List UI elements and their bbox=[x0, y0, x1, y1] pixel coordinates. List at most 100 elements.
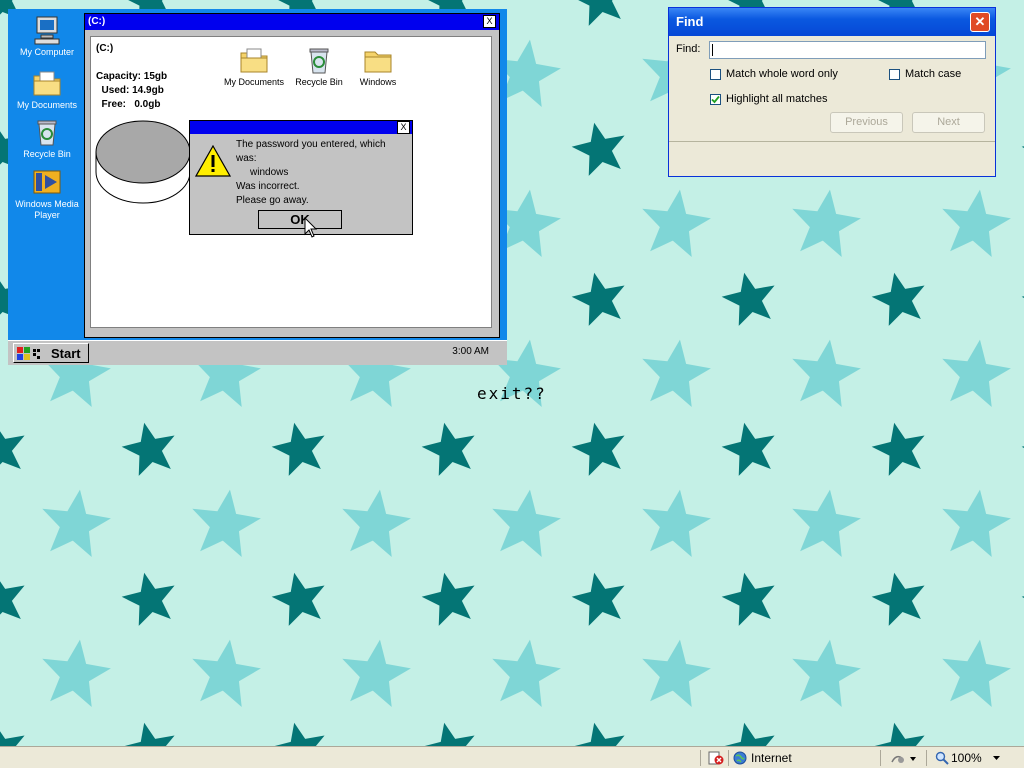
ok-button[interactable]: OK bbox=[258, 210, 342, 229]
star-light bbox=[936, 334, 1015, 409]
internet-zone-globe-icon bbox=[733, 751, 747, 765]
desktop-icon-media-player[interactable]: Windows Media Player bbox=[8, 167, 86, 221]
media-player-icon bbox=[33, 170, 61, 194]
status-divider bbox=[700, 750, 701, 766]
star-light bbox=[786, 634, 865, 709]
desktop-icon-label: My Computer bbox=[19, 47, 74, 57]
desktop-icon-my-computer[interactable]: My Computer bbox=[8, 15, 86, 58]
chevron-down-icon[interactable] bbox=[993, 756, 1000, 760]
star-dark bbox=[417, 417, 482, 479]
zoom-level[interactable]: 100% bbox=[951, 751, 982, 765]
folder-my-documents[interactable]: My Documents bbox=[222, 45, 286, 87]
folder-documents-icon bbox=[240, 48, 268, 73]
star-dark bbox=[567, 0, 632, 29]
star-dark bbox=[267, 417, 332, 479]
checkmark-icon bbox=[711, 95, 720, 104]
desktop-icon-recycle-bin[interactable]: Recycle Bin bbox=[8, 117, 86, 160]
capacity-text: Capacity: 15gb bbox=[96, 71, 168, 82]
star-dark bbox=[867, 567, 932, 629]
alert-message: The password you entered, which was: win… bbox=[236, 138, 386, 208]
star-dark bbox=[417, 717, 482, 746]
windows-logo-icon bbox=[17, 347, 40, 360]
star-dark bbox=[1017, 117, 1024, 179]
star-light bbox=[486, 634, 565, 709]
mouse-cursor-icon bbox=[304, 217, 318, 238]
desktop-icon-label: Windows Media Player bbox=[15, 199, 79, 220]
checkbox-box[interactable] bbox=[889, 69, 900, 80]
folder-recycle-bin[interactable]: Recycle Bin bbox=[287, 45, 351, 87]
folder-windows[interactable]: Windows bbox=[346, 45, 410, 87]
folder-label: Windows bbox=[359, 77, 397, 87]
next-button[interactable]: Next bbox=[912, 112, 985, 133]
alert-password: windows bbox=[250, 167, 289, 178]
star-dark bbox=[417, 567, 482, 629]
protected-mode-icon[interactable] bbox=[890, 752, 916, 764]
find-label: Find: bbox=[676, 43, 701, 55]
star-dark bbox=[867, 417, 932, 479]
find-input[interactable] bbox=[709, 41, 986, 59]
alert-line-4: Please go away. bbox=[236, 195, 309, 206]
star-dark bbox=[1017, 0, 1024, 29]
star-light bbox=[936, 184, 1015, 259]
alert-line-2: was: bbox=[236, 153, 257, 164]
find-title: Find bbox=[676, 14, 704, 29]
text-caret bbox=[712, 44, 713, 56]
taskbar-clock: 3:00 AM bbox=[452, 346, 489, 357]
find-titlebar[interactable]: Find ✕ bbox=[669, 8, 995, 36]
disk-pie-icon bbox=[95, 120, 191, 204]
star-dark bbox=[567, 717, 632, 746]
recycle-bin-icon bbox=[309, 48, 329, 74]
star-dark bbox=[1017, 717, 1024, 746]
warning-icon bbox=[195, 145, 231, 177]
drive-window-title: (C:) bbox=[88, 16, 106, 27]
star-light bbox=[636, 634, 715, 709]
zoom-magnifier-icon[interactable] bbox=[935, 751, 949, 765]
find-divider bbox=[669, 141, 995, 142]
star-dark bbox=[567, 117, 632, 179]
star-light bbox=[636, 484, 715, 559]
star-light bbox=[786, 484, 865, 559]
star-dark bbox=[267, 567, 332, 629]
star-dark bbox=[567, 567, 632, 629]
star-dark bbox=[117, 717, 182, 746]
star-dark bbox=[567, 417, 632, 479]
exit-text: exit?? bbox=[477, 384, 547, 403]
find-dialog: Find ✕ Find: Match whole word only Match… bbox=[668, 7, 996, 177]
blocked-content-icon[interactable] bbox=[708, 751, 724, 765]
star-dark bbox=[717, 417, 782, 479]
star-light bbox=[786, 334, 865, 409]
star-dark bbox=[1017, 567, 1024, 629]
star-dark bbox=[117, 567, 182, 629]
match-case-label: Match case bbox=[905, 68, 962, 80]
star-light bbox=[186, 484, 265, 559]
used-text: Used: 14.9gb bbox=[96, 85, 164, 96]
checkbox-box[interactable] bbox=[710, 94, 721, 105]
star-light bbox=[786, 184, 865, 259]
star-dark bbox=[567, 267, 632, 329]
desktop-icon-my-documents[interactable]: My Documents bbox=[8, 68, 86, 111]
star-light bbox=[486, 484, 565, 559]
internet-zone-label: Internet bbox=[751, 751, 792, 765]
find-close-button[interactable]: ✕ bbox=[970, 12, 990, 32]
checkbox-box[interactable] bbox=[710, 69, 721, 80]
start-button[interactable]: Start bbox=[13, 343, 89, 363]
previous-button[interactable]: Previous bbox=[830, 112, 903, 133]
folder-label: Recycle Bin bbox=[295, 77, 343, 87]
alert-close-button[interactable]: X bbox=[397, 121, 410, 134]
drive-window-titlebar[interactable]: (C:) X bbox=[85, 14, 499, 30]
status-divider bbox=[926, 750, 927, 766]
start-label: Start bbox=[51, 346, 81, 361]
status-divider bbox=[880, 750, 881, 766]
highlight-all-label: Highlight all matches bbox=[726, 93, 828, 105]
recycle-bin-icon bbox=[37, 120, 57, 146]
star-light bbox=[36, 634, 115, 709]
alert-titlebar[interactable]: X bbox=[190, 121, 412, 134]
drive-label: (C:) bbox=[96, 43, 114, 54]
browser-status-bar: Internet 100% bbox=[0, 746, 1024, 768]
desktop-icon-label: Recycle Bin bbox=[23, 149, 71, 159]
star-dark bbox=[117, 417, 182, 479]
star-light bbox=[636, 184, 715, 259]
free-text: Free: 0.0gb bbox=[96, 99, 161, 110]
drive-window-close-button[interactable]: X bbox=[483, 15, 496, 28]
star-dark bbox=[717, 717, 782, 746]
